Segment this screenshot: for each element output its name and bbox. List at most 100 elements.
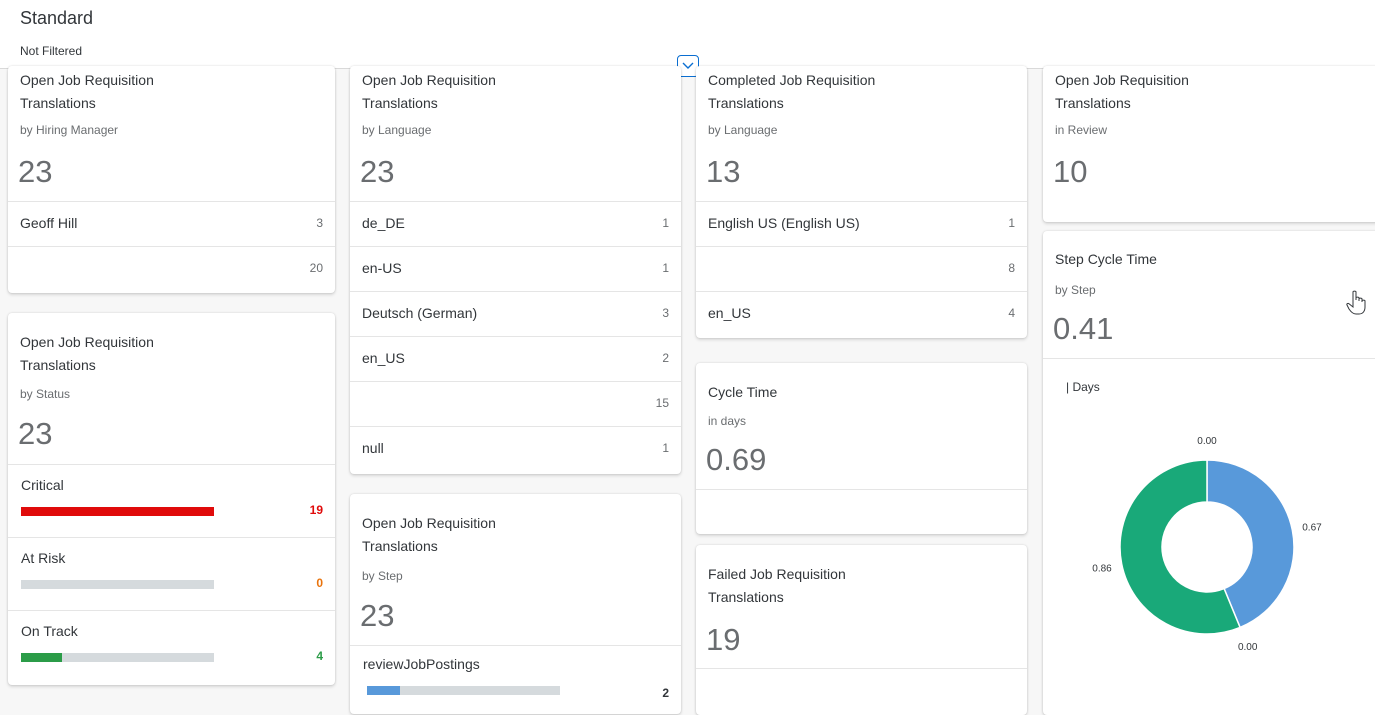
card-title-line2: Translations: [1055, 95, 1131, 111]
progress-bar-fill: [21, 507, 214, 516]
card-title: Open Job Requisition: [20, 72, 154, 88]
list-item-value: 8: [1008, 261, 1015, 275]
data-label: 0.00: [1238, 642, 1258, 653]
list-item[interactable]: en_US 4: [696, 291, 1027, 337]
chevron-down-icon: [682, 62, 694, 69]
list-item-label: English US (English US): [708, 215, 860, 231]
list-item[interactable]: 15: [350, 381, 681, 427]
kpi-value: 23: [360, 154, 395, 189]
filter-status-text: Not Filtered: [20, 44, 83, 58]
card-subtitle: by Step: [1055, 283, 1096, 297]
card-title: Step Cycle Time: [1055, 251, 1157, 267]
card-subtitle: in Review: [1055, 123, 1108, 137]
card-open-by-language[interactable]: Open Job Requisition Translations by Lan…: [350, 66, 681, 474]
card-footer: [696, 668, 1027, 714]
card-title-line2: Translations: [20, 357, 96, 373]
list-item[interactable]: 8: [696, 246, 1027, 292]
list-item-value: 20: [309, 261, 323, 275]
kpi-value: 23: [18, 416, 53, 451]
list-item-label: Geoff Hill: [20, 215, 78, 231]
card-title-line2: Translations: [362, 95, 438, 111]
card-title-line2: Translations: [362, 538, 438, 554]
card-title-line2: Translations: [708, 95, 784, 111]
card-title-line2: Translations: [20, 95, 96, 111]
status-label: On Track: [21, 623, 78, 639]
list-item[interactable]: Geoff Hill 3: [8, 201, 335, 247]
card-footer: [696, 489, 1027, 534]
kpi-value: 19: [706, 622, 741, 657]
kpi-value: 0.69: [706, 442, 767, 477]
donut-chart[interactable]: 0.67 0.00 0.86 0.00: [1043, 431, 1375, 691]
list-item-value: 15: [655, 396, 669, 410]
card-title: Cycle Time: [708, 384, 778, 400]
data-label: 0.86: [1092, 564, 1112, 575]
list-item[interactable]: null 1: [350, 426, 681, 472]
list-item[interactable]: 20: [8, 246, 335, 292]
card-title: Failed Job Requisition: [708, 566, 846, 582]
card-title-line2: Translations: [708, 589, 784, 605]
list-item-value: 3: [316, 216, 323, 230]
card-subtitle: by Language: [708, 123, 778, 137]
card-title: Open Job Requisition: [362, 515, 496, 531]
card-cycle-time[interactable]: Cycle Time in days 0.69: [696, 363, 1027, 534]
status-value: 4: [316, 649, 323, 663]
list-item-value: 3: [662, 306, 669, 320]
list-item-label: de_DE: [362, 215, 405, 231]
list-item-value: 1: [662, 261, 669, 275]
list-item-label: en_US: [708, 305, 751, 321]
progress-bar-fill: [21, 653, 62, 662]
list-item-label: en_US: [362, 350, 405, 366]
card-completed-by-language[interactable]: Completed Job Requisition Translations b…: [696, 66, 1027, 338]
status-row-on-track[interactable]: On Track 4: [8, 610, 335, 684]
list-item-value: 2: [662, 351, 669, 365]
card-title: Open Job Requisition: [1055, 72, 1189, 88]
status-label: At Risk: [21, 550, 66, 566]
progress-bar: [367, 686, 560, 695]
card-title: Open Job Requisition: [362, 72, 496, 88]
step-value: 2: [662, 686, 669, 700]
list-item[interactable]: English US (English US) 1: [696, 201, 1027, 247]
list-item[interactable]: en_US 2: [350, 336, 681, 382]
status-value: 19: [309, 503, 323, 517]
variant-title[interactable]: Standard: [20, 8, 93, 29]
pointer-cursor-icon: [1346, 290, 1366, 315]
card-open-by-hiring-manager[interactable]: Open Job Requisition Translations by Hir…: [8, 66, 335, 293]
card-subtitle: by Status: [20, 387, 71, 401]
card-failed-translations[interactable]: Failed Job Requisition Translations 19: [696, 545, 1027, 715]
list-item-value: 1: [662, 441, 669, 455]
status-row-critical[interactable]: Critical 19: [8, 464, 335, 538]
kpi-value: 10: [1053, 154, 1088, 189]
card-open-by-status[interactable]: Open Job Requisition Translations by Sta…: [8, 313, 335, 685]
list-item-label: Deutsch (German): [362, 305, 478, 321]
list-item[interactable]: de_DE 1: [350, 201, 681, 247]
card-open-by-step[interactable]: Open Job Requisition Translations by Ste…: [350, 494, 681, 714]
card-subtitle: by Step: [362, 569, 403, 583]
progress-bar-fill: [367, 686, 400, 695]
card-title: Open Job Requisition: [20, 334, 154, 350]
list-item-label: null: [362, 440, 384, 456]
card-subtitle: in days: [708, 414, 747, 428]
data-label: 0.67: [1302, 522, 1322, 533]
card-subtitle: by Hiring Manager: [20, 123, 119, 137]
card-title: Completed Job Requisition: [708, 72, 876, 88]
list-item-value: 4: [1008, 306, 1015, 320]
list-item[interactable]: Deutsch (German) 3: [350, 291, 681, 337]
status-value: 0: [316, 576, 323, 590]
status-row-at-risk[interactable]: At Risk 0: [8, 537, 335, 611]
kpi-value: 23: [360, 598, 395, 633]
card-open-in-review[interactable]: Open Job Requisition Translations in Rev…: [1043, 66, 1375, 222]
list-item[interactable]: en-US 1: [350, 246, 681, 292]
kpi-value: 0.41: [1053, 311, 1114, 346]
step-label: reviewJobPostings: [363, 656, 480, 672]
card-divider: [1043, 358, 1375, 359]
data-label: 0.00: [1197, 436, 1217, 447]
list-item-value: 1: [1008, 216, 1015, 230]
step-row[interactable]: reviewJobPostings 2: [350, 645, 681, 714]
kpi-value: 13: [706, 154, 741, 189]
chart-legend: | Days: [1066, 380, 1100, 394]
list-item-value: 1: [662, 216, 669, 230]
card-step-cycle-time[interactable]: Step Cycle Time by Step 0.41 | Days 0.67…: [1043, 231, 1375, 715]
progress-bar: [21, 507, 214, 516]
list-item-label: en-US: [362, 260, 402, 276]
card-subtitle: by Language: [362, 123, 432, 137]
